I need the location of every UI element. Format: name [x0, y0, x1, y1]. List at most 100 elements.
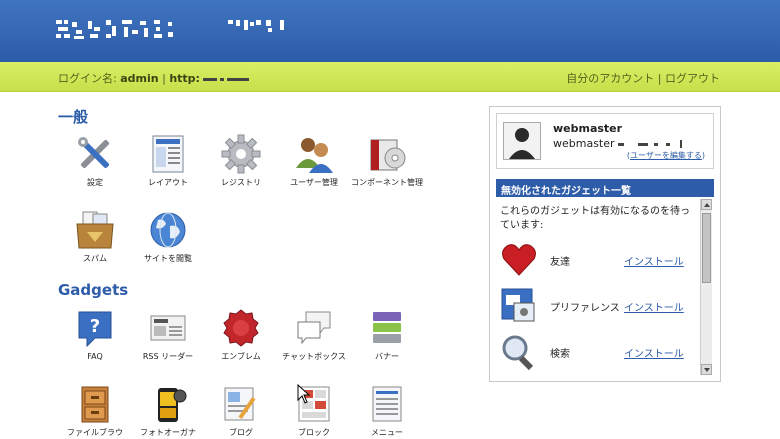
account-links: 自分のアカウント | ログアウト	[566, 70, 720, 86]
paren-close: )	[701, 151, 705, 160]
gadget-row-preferences: プリファレンス インストール	[500, 287, 696, 327]
login-username: admin	[120, 72, 159, 85]
redacted-url	[226, 77, 249, 81]
install-preferences-link[interactable]: インストール	[624, 299, 684, 314]
site-logo	[56, 18, 296, 46]
general-section-title: 一般	[58, 108, 89, 126]
redacted-email	[679, 140, 682, 148]
faq-label: FAQ	[87, 352, 103, 361]
avatar	[503, 122, 541, 160]
gadget-name: プリファレンス	[550, 303, 620, 314]
user-card: webmaster webmaster (ユーザーを編集する)	[496, 113, 714, 169]
mouse-cursor-icon	[297, 384, 311, 404]
scroll-down-arrow-icon[interactable]	[701, 364, 712, 375]
edit-user-link-wrap: (ユーザーを編集する)	[627, 150, 705, 161]
user-management-label: ユーザー管理	[290, 178, 338, 187]
menu-label: メニュー	[371, 428, 403, 437]
disabled-gadgets-list: これらのガジェットは有効になるのを待っています: 友達 インストール プリファレ…	[496, 199, 714, 375]
gear-icon	[221, 134, 261, 174]
component-icon	[367, 134, 407, 174]
news-icon	[148, 308, 188, 348]
rss-reader-tile[interactable]: RSS リーダー	[132, 308, 204, 362]
spam-tile[interactable]: スパム	[59, 210, 131, 264]
spam-box-icon	[75, 210, 115, 250]
user-management-tile[interactable]: ユーザー管理	[278, 134, 350, 188]
file-browser-tile[interactable]: ファイルブラウ	[59, 384, 131, 438]
photo-organizer-label: フォトオーガナ	[140, 428, 196, 437]
component-management-tile[interactable]: コンポーネント管理	[351, 134, 423, 188]
gadgets-section-title: Gadgets	[58, 281, 129, 299]
layout-tile[interactable]: レイアウト	[132, 134, 204, 188]
site-header	[0, 0, 780, 62]
globe-icon	[148, 210, 188, 250]
emblem-tile[interactable]: エンブレム	[205, 308, 277, 362]
banner-label: バナー	[375, 352, 399, 361]
redacted-email	[665, 142, 670, 146]
registry-label: レジストリ	[221, 178, 261, 187]
gadget-row-friends: 友達 インストール	[500, 241, 696, 281]
user-silhouette-icon	[509, 128, 535, 159]
redacted-url	[202, 77, 217, 81]
browse-site-label: サイトを閲覧	[144, 254, 192, 263]
user-name: webmaster	[553, 122, 623, 135]
heart-icon	[500, 241, 538, 279]
gadget-row-search: 検索 インストール	[500, 333, 696, 373]
cabinet-icon	[75, 384, 115, 424]
redacted-url	[219, 77, 224, 81]
faq-tile[interactable]: ? FAQ	[59, 308, 131, 362]
user-email: webmaster	[553, 137, 682, 150]
emblem-label: エンブレム	[221, 352, 261, 361]
spam-label: スパム	[83, 254, 107, 263]
photo-organizer-tile[interactable]: フォトオーガナ	[132, 384, 204, 438]
blog-label: ブログ	[229, 428, 253, 437]
chat-icon	[294, 308, 334, 348]
registry-tile[interactable]: レジストリ	[205, 134, 277, 188]
install-friends-link[interactable]: インストール	[624, 253, 684, 268]
user-email-prefix: webmaster	[553, 137, 615, 150]
browse-site-tile[interactable]: サイトを閲覧	[132, 210, 204, 264]
blog-tile[interactable]: ブログ	[205, 384, 277, 438]
scroll-thumb[interactable]	[702, 213, 711, 283]
svg-text:?: ?	[90, 316, 100, 337]
chatbox-tile[interactable]: チャットボックス	[278, 308, 350, 362]
emblem-icon	[221, 308, 261, 348]
banner-icon	[367, 308, 407, 348]
layout-icon	[148, 134, 188, 174]
redacted-email	[653, 142, 658, 146]
site-url: http:	[169, 72, 249, 85]
install-search-link[interactable]: インストール	[624, 345, 684, 360]
scroll-up-arrow-icon[interactable]	[701, 199, 712, 210]
logo-pixel-art	[56, 20, 284, 39]
blog-icon	[221, 384, 261, 424]
faq-icon: ?	[75, 308, 115, 348]
preferences-icon	[500, 287, 538, 325]
disabled-gadgets-description: これらのガジェットは有効になるのを待っています:	[500, 206, 690, 231]
redacted-email	[637, 142, 648, 146]
edit-user-link[interactable]: ユーザーを編集する	[630, 151, 702, 160]
layout-label: レイアウト	[148, 178, 188, 187]
redacted-email	[617, 142, 624, 146]
site-url-prefix: http:	[169, 72, 200, 85]
block-tile[interactable]: ブロック	[278, 384, 350, 438]
account-separator: |	[657, 72, 662, 85]
magnifier-icon	[500, 333, 538, 371]
logout-link[interactable]: ログアウト	[665, 72, 720, 85]
gadget-list-scrollbar[interactable]	[700, 199, 712, 375]
login-label: ログイン名:	[58, 72, 117, 85]
login-bar: ログイン名: admin | http: 自分のアカウント | ログアウト	[0, 62, 780, 92]
chatbox-label: チャットボックス	[282, 352, 346, 361]
my-account-link[interactable]: 自分のアカウント	[566, 72, 654, 85]
file-browser-label: ファイルブラウ	[67, 428, 123, 437]
menu-icon	[367, 384, 407, 424]
side-panel: webmaster webmaster (ユーザーを編集する) 無効化されたガジ…	[489, 106, 721, 382]
gadget-name: 友達	[550, 257, 570, 268]
rss-reader-label: RSS リーダー	[142, 352, 194, 361]
settings-tile[interactable]: 設定	[59, 134, 131, 188]
gadget-name: 検索	[550, 349, 570, 360]
menu-tile[interactable]: メニュー	[351, 384, 423, 438]
disabled-gadgets-title: 無効化されたガジェット一覧	[496, 179, 714, 197]
login-separator: |	[162, 72, 166, 85]
users-icon	[294, 134, 334, 174]
login-info: ログイン名: admin | http:	[58, 70, 249, 86]
banner-tile[interactable]: バナー	[351, 308, 423, 362]
